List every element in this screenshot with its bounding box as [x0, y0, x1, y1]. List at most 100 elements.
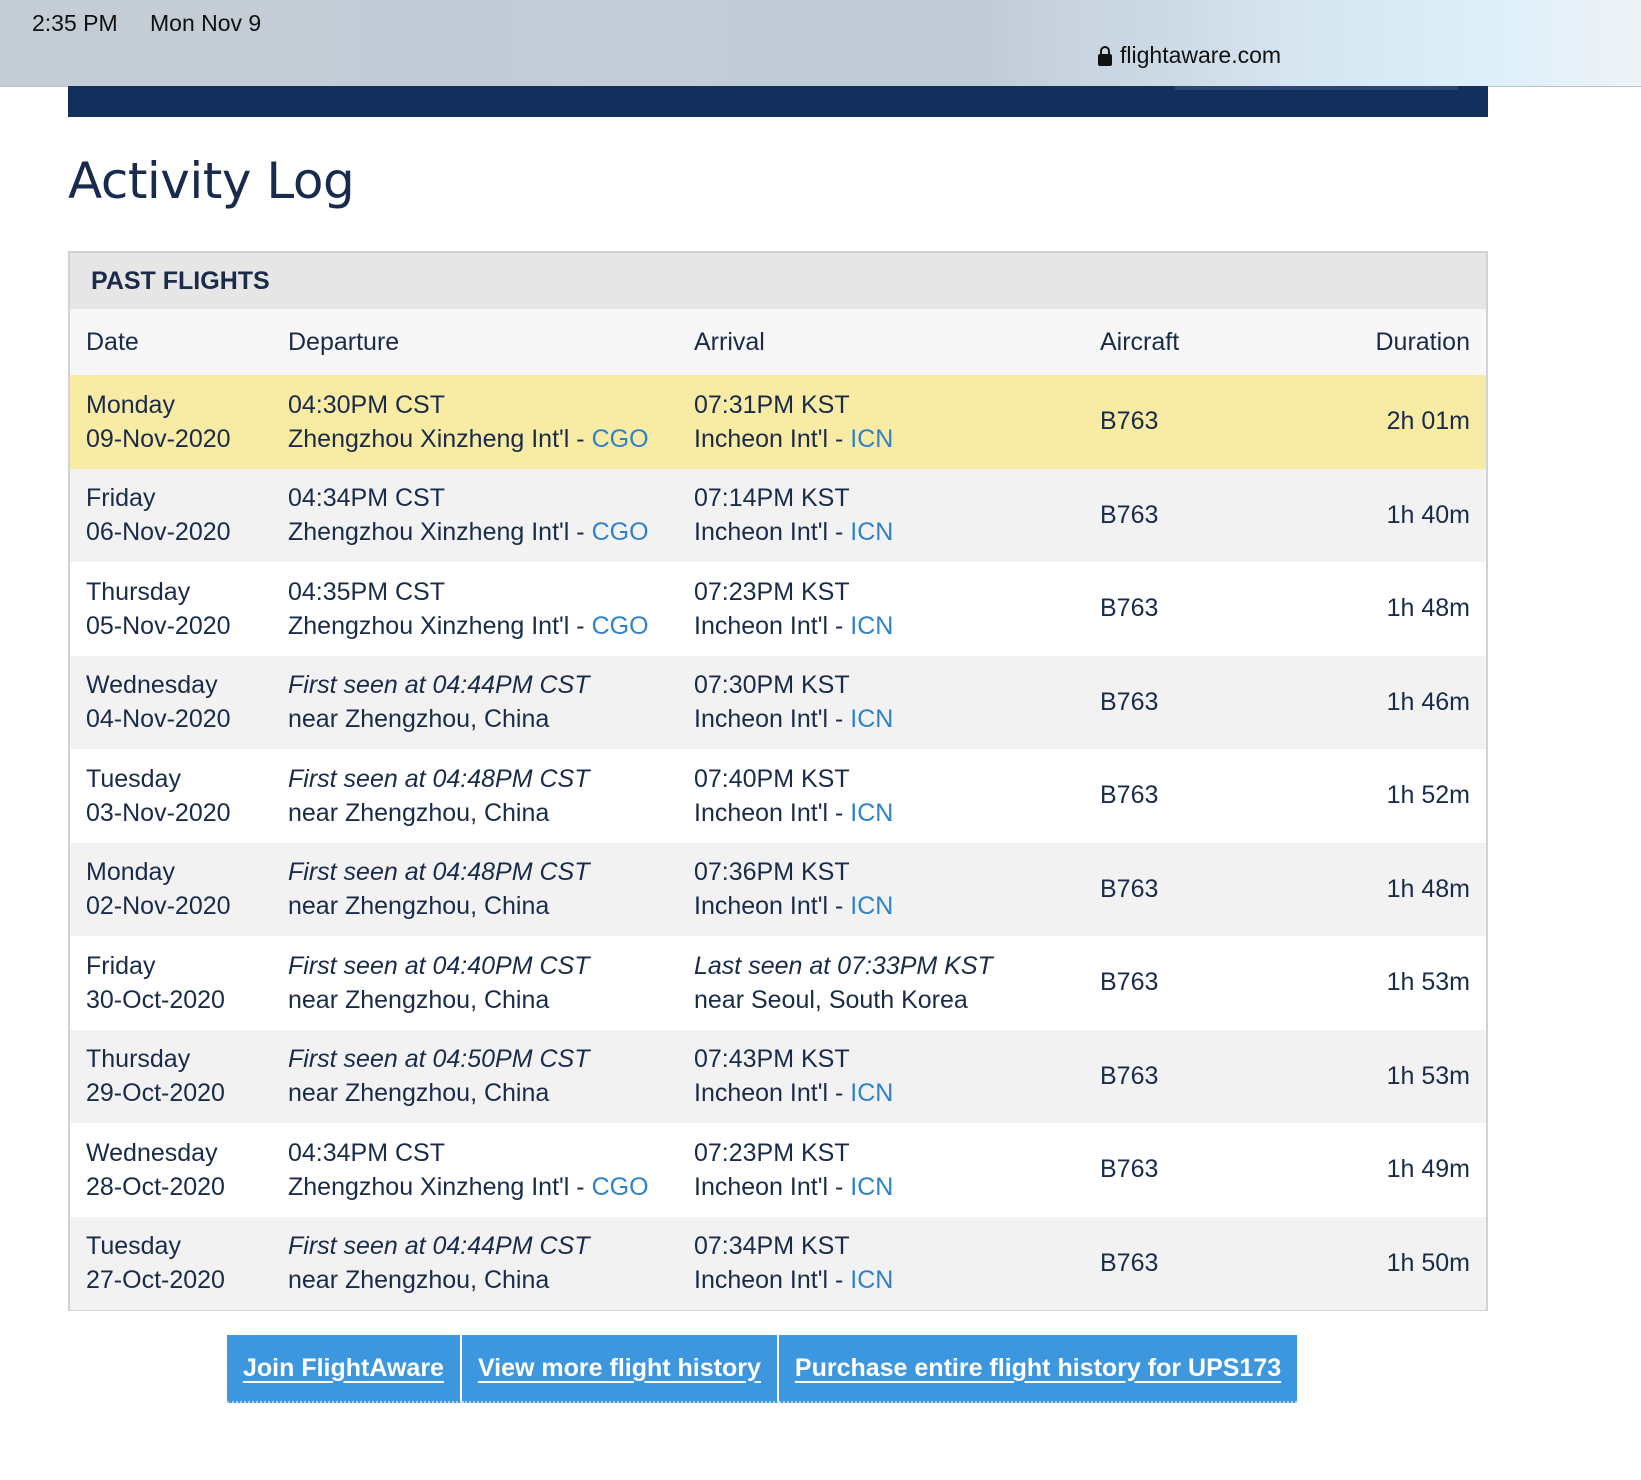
departure-airport-name: Zhengzhou Xinzheng Int'l -	[288, 424, 592, 453]
date-cell: Friday 30-Oct-2020	[70, 936, 272, 1030]
table-row[interactable]: Thursday 29-Oct-2020 First seen at 04:50PM…	[70, 1029, 1486, 1124]
departure-airport-name: near Zhengzhou, China	[288, 892, 550, 921]
table-row[interactable]: Friday 30-Oct-2020 First seen at 04:40PM C…	[70, 936, 1486, 1030]
departure-airport-name: near Zhengzhou, China	[288, 1266, 550, 1295]
arrival-airport-code-link[interactable]: ICN	[850, 1266, 893, 1294]
arrival-airport: Incheon Int'l - ICN	[694, 702, 1068, 736]
aircraft-cell[interactable]: B763	[1084, 749, 1284, 843]
aircraft-cell[interactable]: B763	[1084, 375, 1284, 469]
arrival-airport-code-link[interactable]: ICN	[850, 1173, 893, 1201]
arrival-cell: 07:14PM KST Incheon Int'l - ICN	[678, 469, 1084, 563]
table-header-row: Date Departure Arrival Aircraft Duration	[70, 309, 1486, 375]
duration-cell: 1h 52m	[1386, 781, 1470, 810]
aircraft-cell[interactable]: B763	[1084, 1123, 1284, 1217]
purchase-history-button[interactable]: Purchase entire flight history for UPS17…	[778, 1335, 1298, 1403]
arrival-airport: Incheon Int'l - ICN	[694, 515, 1068, 549]
date-cell: Thursday 05-Nov-2020	[70, 562, 272, 656]
departure-cell: First seen at 04:48PM CST near Zhengzhou,…	[272, 749, 678, 843]
arrival-airport-name: Incheon Int'l -	[694, 1172, 851, 1201]
page-title: Activity Log	[68, 152, 355, 210]
arrival-airport-code-link[interactable]: ICN	[850, 705, 893, 733]
arrival-airport-code-link[interactable]: ICN	[850, 799, 893, 827]
column-header-date[interactable]: Date	[70, 309, 272, 375]
view-more-history-button[interactable]: View more flight history	[461, 1335, 779, 1403]
departure-airport-code-link[interactable]: CGO	[592, 1173, 649, 1201]
duration-cell: 1h 48m	[1386, 874, 1470, 903]
column-header-departure[interactable]: Departure	[272, 309, 678, 375]
departure-time: First seen at 04:44PM CST	[288, 1232, 590, 1261]
aircraft-cell[interactable]: B763	[1084, 562, 1284, 656]
table-row[interactable]: Tuesday 03-Nov-2020 First seen at 04:48PM …	[70, 749, 1486, 843]
departure-airport-name: near Zhengzhou, China	[288, 798, 550, 827]
table-row[interactable]: Friday 06-Nov-2020 04:34PM CST Zhengzhou Xi…	[70, 468, 1486, 563]
departure-airport: near Zhengzhou, China	[288, 1263, 662, 1297]
join-label: Join FlightAware	[243, 1353, 444, 1382]
table-row[interactable]: Monday 02-Nov-2020 First seen at 04:48PM C…	[70, 842, 1486, 937]
arrival-airport: Incheon Int'l - ICN	[694, 1170, 1068, 1204]
arrival-airport-name: Incheon Int'l -	[694, 705, 851, 734]
flight-date: 09-Nov-2020	[86, 424, 231, 453]
address-bar[interactable]: flightaware.com	[1098, 42, 1281, 69]
departure-airport-code-link[interactable]: CGO	[592, 518, 649, 546]
arrival-time: 07:40PM KST	[694, 764, 850, 793]
lock-icon	[1098, 45, 1112, 66]
arrival-airport-name: Incheon Int'l -	[694, 1266, 851, 1295]
column-header-aircraft[interactable]: Aircraft	[1084, 309, 1284, 375]
flight-date: 02-Nov-2020	[86, 892, 231, 921]
flight-date: 05-Nov-2020	[86, 611, 231, 640]
departure-cell: First seen at 04:44PM CST near Zhengzhou,…	[272, 1217, 678, 1311]
departure-time: 04:35PM CST	[288, 577, 446, 606]
arrival-cell: 07:31PM KST Incheon Int'l - ICN	[678, 375, 1084, 469]
departure-airport-code-link[interactable]: CGO	[592, 425, 649, 453]
arrival-airport-name: Incheon Int'l -	[694, 611, 851, 640]
day-of-week: Thursday	[86, 1045, 191, 1074]
departure-airport-name: Zhengzhou Xinzheng Int'l -	[288, 611, 592, 640]
arrival-time: 07:23PM KST	[694, 1138, 850, 1167]
aircraft-cell[interactable]: B763	[1084, 656, 1284, 750]
arrival-airport-code-link[interactable]: ICN	[850, 518, 893, 546]
site-nav-bar	[68, 86, 1488, 117]
duration-cell: 1h 48m	[1386, 594, 1470, 623]
arrival-cell: 07:30PM KST Incheon Int'l - ICN	[678, 656, 1084, 750]
arrival-cell: 07:34PM KST Incheon Int'l - ICN	[678, 1217, 1084, 1311]
table-row[interactable]: Wednesday 04-Nov-2020 First seen at 04:44P…	[70, 655, 1486, 750]
arrival-airport-name: Incheon Int'l -	[694, 798, 851, 827]
flight-date: 30-Oct-2020	[86, 985, 225, 1014]
arrival-time: 07:23PM KST	[694, 577, 850, 606]
table-row[interactable]: Wednesday 28-Oct-2020 04:34PM CST Zhengzhou…	[70, 1123, 1486, 1217]
arrival-airport-code-link[interactable]: ICN	[850, 425, 893, 453]
duration-cell: 1h 53m	[1386, 1061, 1470, 1090]
table-row[interactable]: Thursday 05-Nov-2020 04:35PM CST Zhengzhou …	[70, 562, 1486, 656]
aircraft-cell[interactable]: B763	[1084, 469, 1284, 563]
join-flightaware-button[interactable]: Join FlightAware	[227, 1335, 462, 1403]
aircraft-cell[interactable]: B763	[1084, 1217, 1284, 1311]
departure-cell: First seen at 04:50PM CST near Zhengzhou,…	[272, 1030, 678, 1124]
table-row[interactable]: Tuesday 27-Oct-2020 First seen at 04:44PM …	[70, 1216, 1486, 1311]
status-time: 2:35 PM	[32, 10, 118, 36]
arrival-airport-code-link[interactable]: ICN	[850, 1079, 893, 1107]
day-of-week: Monday	[86, 390, 175, 419]
arrival-cell: 07:23PM KST Incheon Int'l - ICN	[678, 1123, 1084, 1217]
column-header-arrival[interactable]: Arrival	[678, 309, 1084, 375]
arrival-airport: Incheon Int'l - ICN	[694, 1263, 1068, 1297]
day-of-week: Tuesday	[86, 764, 181, 793]
day-of-week: Wednesday	[86, 1138, 218, 1167]
departure-airport-code-link[interactable]: CGO	[592, 612, 649, 640]
column-header-duration[interactable]: Duration	[1284, 309, 1486, 375]
flight-date: 03-Nov-2020	[86, 798, 231, 827]
arrival-airport-code-link[interactable]: ICN	[850, 892, 893, 920]
aircraft-cell[interactable]: B763	[1084, 936, 1284, 1030]
departure-time: First seen at 04:48PM CST	[288, 764, 590, 793]
aircraft-cell[interactable]: B763	[1084, 1030, 1284, 1124]
departure-time: First seen at 04:44PM CST	[288, 671, 590, 700]
arrival-airport: Incheon Int'l - ICN	[694, 889, 1068, 923]
day-of-week: Thursday	[86, 577, 191, 606]
departure-cell: 04:34PM CST Zhengzhou Xinzheng Int'l - CG…	[272, 469, 678, 563]
aircraft-cell[interactable]: B763	[1084, 843, 1284, 937]
flight-date: 28-Oct-2020	[86, 1172, 225, 1201]
arrival-airport-name: Incheon Int'l -	[694, 1079, 851, 1108]
flight-date: 06-Nov-2020	[86, 518, 231, 547]
arrival-airport-code-link[interactable]: ICN	[850, 612, 893, 640]
table-row[interactable]: Monday 09-Nov-2020 04:30PM CST Zhengzhou Xi…	[70, 375, 1486, 469]
arrival-cell: 07:40PM KST Incheon Int'l - ICN	[678, 749, 1084, 843]
